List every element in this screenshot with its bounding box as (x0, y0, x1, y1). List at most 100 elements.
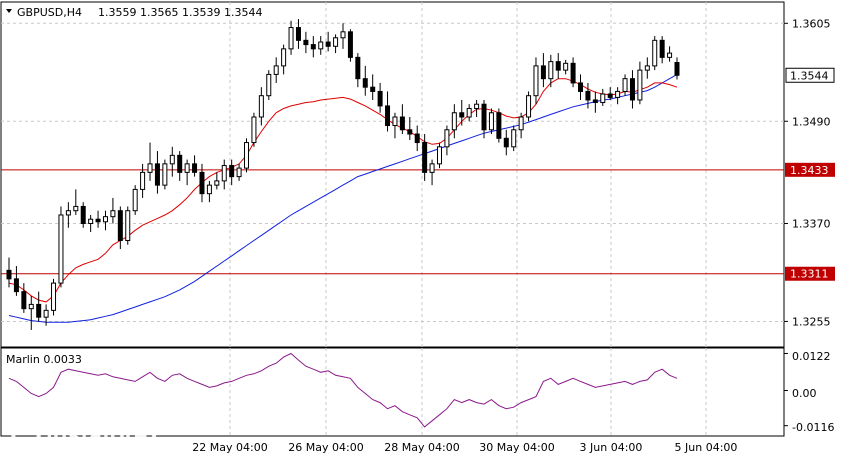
candle-body-down (80, 205, 86, 224)
time-tick-label: 22 May 04:00 (192, 441, 267, 454)
candle-body-up (65, 210, 71, 216)
candle-body-down (555, 61, 561, 71)
candle-body-down (578, 82, 584, 92)
candle-body-up (340, 31, 346, 39)
candle-body-down (570, 62, 576, 84)
indicator-tick-bottom: -0.0116 (792, 421, 834, 434)
candle-body-up (466, 107, 472, 118)
candle-body-up (518, 116, 524, 131)
candle-body-up (214, 180, 220, 186)
candle-body-down (154, 163, 160, 186)
candle-body-up (125, 210, 131, 242)
time-tick-label: 26 May 04:00 (288, 441, 363, 454)
candle-body-up (318, 41, 324, 50)
candle-body-down (303, 39, 309, 46)
candle-body-down (177, 154, 183, 173)
candle-body-down (459, 112, 465, 118)
candle-body-up (266, 73, 272, 97)
candle-body-down (362, 78, 368, 88)
candle-body-up (28, 303, 34, 310)
candle-body-up (281, 48, 287, 67)
marlin-label: Marlin 0.0033 (6, 353, 82, 366)
candle-body-down (585, 90, 591, 101)
candle-body-down (414, 133, 420, 144)
price-tick-label: 1.3605 (792, 17, 831, 30)
candle-body-up (533, 65, 539, 97)
candle-body-down (659, 39, 665, 58)
candle-body-up (637, 69, 643, 101)
candle-body-up (288, 27, 294, 50)
candle-body-down (496, 112, 502, 139)
candle (526, 91, 532, 122)
symbol-label: GBPUSD,H4 (17, 6, 82, 19)
candle-body-up (333, 37, 339, 47)
indicator-tick-zero: 0.00 (792, 387, 817, 400)
candle-body-up (43, 309, 49, 318)
time-tick-label: 28 May 04:00 (384, 441, 459, 454)
candle (496, 108, 502, 143)
candle (266, 70, 272, 100)
time-tick-label: 3 Jun 04:00 (580, 441, 643, 454)
indicator-tick-top: 0.0122 (792, 350, 831, 363)
candle (347, 29, 353, 62)
candle-body-up (132, 188, 138, 212)
candle (511, 125, 517, 152)
candle-body-up (147, 163, 153, 173)
candle-body-down (481, 103, 487, 131)
candle (436, 142, 442, 169)
watermark-brand: instaforex (46, 422, 161, 449)
candle-body-up (429, 163, 435, 173)
candle-body-down (21, 291, 27, 310)
candle-body-up (600, 93, 606, 104)
candle-body-up (102, 216, 108, 223)
candle-body-down (674, 61, 680, 76)
candle-body-down (117, 210, 123, 242)
candle-body-up (206, 184, 212, 195)
candle-body-up (622, 78, 628, 92)
candle-body-down (95, 218, 101, 223)
candle (80, 202, 86, 228)
candle-body-up (221, 165, 227, 182)
candle-body-up (644, 65, 650, 71)
price-tick-label: 1.3255 (792, 315, 831, 328)
watermark-tagline: Instant Forex Trading (46, 447, 141, 458)
candle-body-up (548, 61, 554, 80)
candle-body-down (192, 163, 198, 173)
candle-body-up (140, 171, 146, 190)
candle-body-up (258, 95, 264, 118)
candle-body-up (451, 112, 457, 131)
candle-body-down (229, 165, 235, 178)
candle (51, 278, 57, 316)
time-tick-label: 5 Jun 04:00 (675, 441, 738, 454)
candle-body-up (526, 95, 532, 118)
candle-body-up (563, 62, 569, 71)
candle-body-up (392, 116, 398, 127)
candle-body-up (436, 146, 442, 165)
candle-body-up (615, 90, 621, 98)
candle-body-down (607, 93, 613, 98)
candle-body-down (407, 129, 413, 135)
candle-body-up (474, 103, 480, 109)
candle (251, 112, 257, 147)
candle-body-up (184, 163, 190, 173)
candle-body-down (629, 78, 635, 101)
candle-body-down (355, 56, 361, 80)
candle-body-down (422, 142, 428, 173)
candle (58, 206, 64, 288)
chart-canvas: 1.3433 1.3311 1.3544 GBPUSD,H4 1.3559 1.35… (0, 0, 842, 459)
candle-body-up (488, 112, 494, 131)
candle-body-down (592, 99, 598, 104)
candle-body-down (310, 44, 316, 50)
candle-body-up (169, 154, 175, 165)
candle-body-down (503, 137, 509, 148)
level-price-label: 1.3311 (790, 268, 829, 281)
candle-body-up (162, 163, 168, 186)
candle (244, 138, 250, 173)
candle-body-up (667, 52, 673, 58)
candle-body-down (295, 27, 301, 41)
candle (132, 185, 138, 215)
candle-body-up (88, 218, 94, 224)
candle-body-up (110, 210, 116, 218)
candle-body-up (273, 65, 279, 75)
candle (162, 159, 168, 190)
